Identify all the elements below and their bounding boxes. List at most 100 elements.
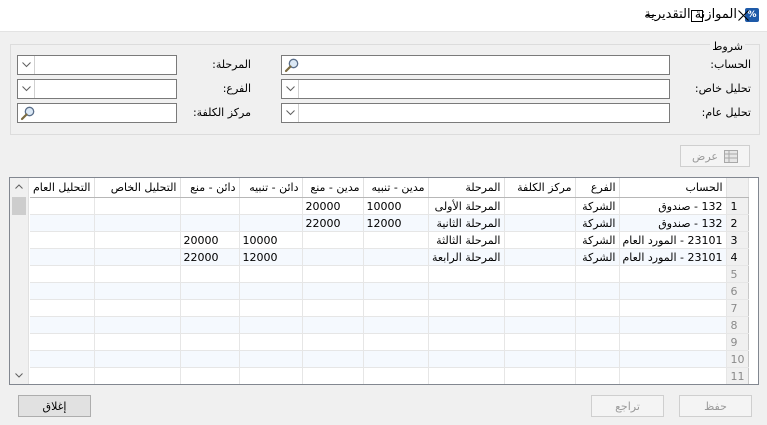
table-cell[interactable] (94, 265, 181, 283)
undo-button[interactable]: تراجع (591, 395, 664, 417)
search-button[interactable] (284, 57, 300, 76)
table-cell[interactable] (94, 231, 181, 249)
table-row[interactable]: 3 23101 - المورد العام الشركة المرحلة الثال… (30, 231, 749, 249)
table-row[interactable]: 8 (30, 316, 749, 334)
table-cell[interactable] (575, 350, 620, 368)
table-cell[interactable] (302, 316, 364, 334)
branch-dropdown-button[interactable] (18, 80, 35, 98)
table-cell[interactable] (504, 333, 576, 351)
table-cell[interactable]: المرحلة الأولى (428, 197, 505, 215)
table-cell[interactable]: 132 - صندوق (619, 214, 727, 232)
table-cell[interactable] (363, 282, 429, 300)
budget-grid[interactable]: الحساب الفرع مركز الكلفة المرحلة مدين - … (9, 177, 759, 385)
table-cell[interactable]: 12000 (239, 248, 303, 266)
table-cell[interactable] (180, 316, 240, 334)
special-analysis-select[interactable] (281, 79, 670, 99)
table-cell[interactable] (239, 197, 303, 215)
table-cell[interactable] (30, 248, 95, 266)
table-cell[interactable]: المرحلة الرابعة (428, 248, 505, 266)
table-cell[interactable] (94, 248, 181, 266)
table-cell[interactable]: 12000 (363, 214, 429, 232)
column-header[interactable]: التحليل الخاص (94, 178, 181, 198)
close-window-button[interactable] (720, 0, 766, 31)
table-cell[interactable] (619, 333, 727, 351)
table-cell[interactable] (619, 385, 726, 386)
table-cell[interactable] (94, 350, 181, 368)
table-cell[interactable] (180, 282, 240, 300)
table-cell[interactable] (302, 248, 364, 266)
table-cell[interactable]: الشركة (575, 214, 620, 232)
table-cell[interactable] (363, 265, 429, 283)
table-row[interactable]: 4 23101 - المورد العام الشركة المرحلة الراب… (30, 248, 749, 266)
table-cell[interactable]: 22000 (302, 214, 364, 232)
table-cell[interactable] (504, 248, 576, 266)
row-number-header[interactable] (726, 178, 749, 198)
column-header[interactable]: مركز الكلفة (504, 178, 576, 198)
table-cell[interactable] (180, 214, 240, 232)
table-cell[interactable] (619, 367, 727, 384)
table-cell[interactable] (30, 214, 95, 232)
table-cell[interactable] (239, 214, 303, 232)
table-cell[interactable] (504, 282, 576, 300)
table-cell[interactable] (180, 265, 240, 283)
table-cell[interactable]: الشركة (575, 248, 620, 266)
column-header[interactable]: مدين - منع (302, 178, 364, 198)
table-cell[interactable] (180, 333, 240, 351)
general-analysis-dropdown-button[interactable] (282, 104, 299, 122)
table-cell[interactable] (504, 350, 576, 368)
table-cell[interactable] (239, 282, 303, 300)
table-cell[interactable] (94, 299, 181, 317)
row-number[interactable]: 1 (726, 197, 749, 215)
branch-select[interactable] (17, 79, 177, 99)
table-row[interactable]: 10 (30, 350, 749, 368)
title-bar[interactable]: % الموازنة التقديرية (0, 0, 767, 32)
row-number[interactable]: 5 (726, 265, 749, 283)
table-cell[interactable] (428, 316, 505, 334)
table-row[interactable]: 6 (30, 282, 749, 300)
column-header[interactable]: دائن - تنبيه (239, 178, 303, 198)
column-header[interactable]: الفرع (575, 178, 620, 198)
table-cell[interactable] (94, 333, 181, 351)
column-header[interactable]: المرحلة (428, 178, 505, 198)
row-number[interactable]: 11 (726, 367, 749, 384)
account-input[interactable] (281, 55, 670, 75)
row-number[interactable]: 9 (726, 333, 749, 351)
table-cell[interactable] (619, 265, 727, 283)
table-cell[interactable] (239, 350, 303, 368)
table-cell[interactable] (30, 333, 95, 351)
table-cell[interactable] (239, 265, 303, 283)
table-cell[interactable] (94, 367, 181, 384)
table-cell[interactable] (363, 350, 429, 368)
general-analysis-select[interactable] (281, 103, 670, 123)
show-button[interactable]: عرض (680, 145, 750, 167)
table-cell[interactable]: المرحلة الثالثة (428, 231, 505, 249)
table-cell[interactable] (30, 367, 95, 384)
cost-center-input[interactable] (17, 103, 177, 123)
table-cell[interactable] (239, 333, 303, 351)
row-number[interactable]: 7 (726, 299, 749, 317)
table-cell[interactable] (504, 231, 576, 249)
row-number[interactable]: 6 (726, 282, 749, 300)
column-header[interactable]: الحساب (619, 178, 727, 198)
table-cell[interactable] (302, 299, 364, 317)
cost-center-search-button[interactable] (20, 105, 36, 124)
table-cell[interactable]: الشركة (575, 197, 620, 215)
table-cell[interactable] (302, 231, 364, 249)
table-cell[interactable]: 23101 - المورد العام (619, 231, 727, 249)
table-cell[interactable]: 23101 - المورد العام (619, 248, 727, 266)
table-cell[interactable] (30, 265, 95, 283)
scroll-up-button[interactable] (10, 178, 28, 195)
row-number[interactable]: 4 (726, 248, 749, 266)
table-cell[interactable]: الشركة (575, 231, 620, 249)
scroll-down-button[interactable] (10, 367, 28, 384)
table-cell[interactable] (94, 214, 181, 232)
table-cell[interactable] (30, 231, 95, 249)
column-header[interactable]: مدين - تنبيه (363, 178, 429, 198)
table-cell[interactable] (575, 333, 620, 351)
table-cell[interactable]: 10000 (239, 231, 303, 249)
table-cell[interactable] (363, 231, 429, 249)
table-cell[interactable] (239, 385, 302, 386)
table-cell[interactable] (30, 350, 95, 368)
table-row[interactable]: 1 132 - صندوق الشركة المرحلة الأولى 10000 200… (30, 197, 749, 215)
table-cell[interactable] (504, 197, 576, 215)
